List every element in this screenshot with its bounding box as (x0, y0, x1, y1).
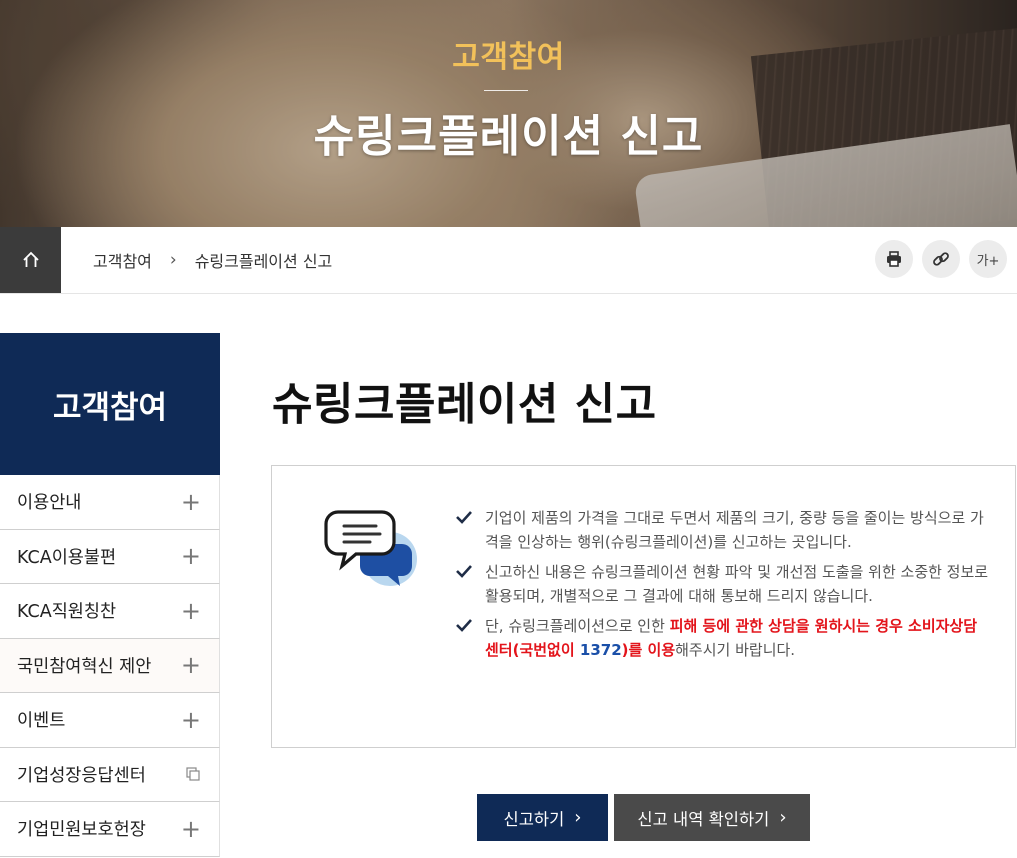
breadcrumb-item-current[interactable]: 슈링크플레이션 신고 (195, 248, 333, 272)
print-button[interactable] (875, 240, 913, 278)
print-icon (887, 251, 901, 267)
sidebar-item-growth-center[interactable]: 기업성장응답센터 (0, 747, 220, 802)
sidebar-item-guide[interactable]: 이용안내 + (0, 475, 220, 530)
sidebar-item-inconvenience[interactable]: KCA이용불편 + (0, 529, 220, 584)
report-history-button[interactable]: 신고 내역 확인하기 › (614, 794, 810, 841)
hotline-number: 1372 (579, 641, 622, 659)
check-icon (455, 560, 485, 608)
sidebar-item-charter[interactable]: 기업민원보호헌장 + (0, 802, 220, 857)
breadcrumb-separator: › (169, 250, 177, 270)
link-icon (933, 252, 949, 266)
font-size-button[interactable]: 가+ (969, 240, 1007, 278)
sidebar-item-event[interactable]: 이벤트 + (0, 693, 220, 748)
notice-list: 기업이 제품의 가격을 그대로 두면서 제품의 크기, 중량 등을 줄이는 방식… (455, 506, 990, 668)
check-icon (455, 614, 485, 662)
hero-divider (484, 90, 528, 91)
notice-text: 신고하신 내용은 슈링크플레이션 현황 파악 및 개선점 도출을 위한 소중한 … (485, 563, 989, 605)
notice-text: 기업이 제품의 가격을 그대로 두면서 제품의 크기, 중량 등을 줄이는 방식… (485, 509, 984, 551)
page-title: 슈링크플레이션 신고 (272, 379, 657, 430)
notice-item: 기업이 제품의 가격을 그대로 두면서 제품의 크기, 중량 등을 줄이는 방식… (455, 506, 990, 554)
plus-icon: + (180, 542, 201, 571)
breadcrumb-bar: 고객참여 › 슈링크플레이션 신고 가+ (0, 227, 1017, 294)
home-button[interactable] (0, 227, 61, 293)
plus-icon: + (180, 705, 201, 734)
breadcrumb-item-customer[interactable]: 고객참여 (93, 248, 152, 272)
check-icon (455, 506, 485, 554)
report-button[interactable]: 신고하기 › (477, 794, 608, 841)
new-window-icon (186, 767, 200, 781)
plus-icon: + (180, 651, 201, 680)
notice-text: 단, 슈링크플레이션으로 인한 피해 등에 관한 상담을 원하시는 경우 소비자… (485, 617, 978, 659)
sidebar-item-innovation-proposal[interactable]: 국민참여혁신 제안 + (0, 638, 220, 693)
notice-box: 기업이 제품의 가격을 그대로 두면서 제품의 크기, 중량 등을 줄이는 방식… (271, 465, 1016, 748)
sidebar-menu: 이용안내 + KCA이용불편 + KCA직원칭찬 + 국민참여혁신 제안 + 이… (0, 475, 220, 857)
sidebar-item-praise[interactable]: KCA직원칭찬 + (0, 584, 220, 639)
chat-bubbles-icon (324, 510, 417, 586)
sidebar-title: 고객참여 (0, 333, 220, 475)
chevron-right-icon: › (574, 807, 582, 828)
breadcrumb: 고객참여 › 슈링크플레이션 신고 (93, 227, 332, 293)
page-tools: 가+ (875, 240, 1007, 278)
hero-title: 슈링크플레이션 신고 (313, 111, 704, 162)
plus-icon: + (180, 596, 201, 625)
home-icon (22, 251, 39, 267)
hero-banner: 고객참여 슈링크플레이션 신고 (0, 0, 1017, 227)
notice-item: 단, 슈링크플레이션으로 인한 피해 등에 관한 상담을 원하시는 경우 소비자… (455, 614, 990, 662)
copy-link-button[interactable] (922, 240, 960, 278)
plus-icon: + (180, 487, 201, 516)
hero-subtitle: 고객참여 (452, 40, 565, 75)
notice-item: 신고하신 내용은 슈링크플레이션 현황 파악 및 개선점 도출을 위한 소중한 … (455, 560, 990, 608)
plus-icon: + (180, 814, 201, 843)
chevron-right-icon: › (779, 807, 787, 828)
